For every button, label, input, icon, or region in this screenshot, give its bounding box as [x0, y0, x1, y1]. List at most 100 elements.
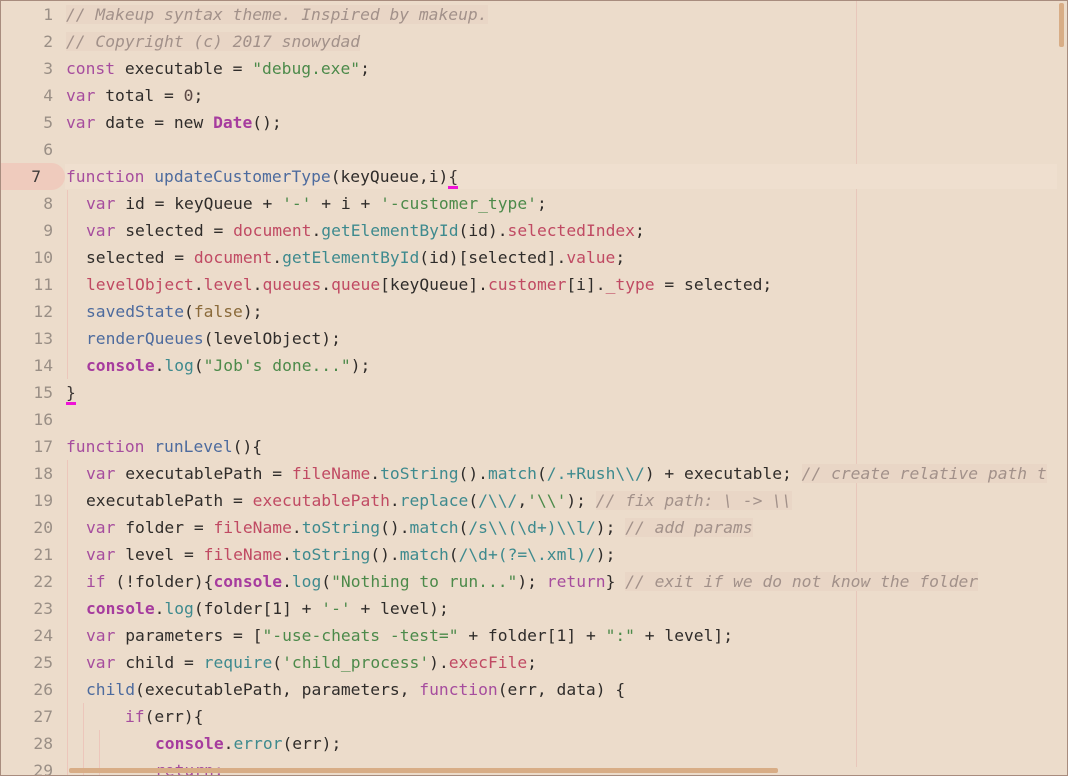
code-line[interactable]: 17 function runLevel(){ [1, 433, 1067, 460]
code-line[interactable]: 6 [1, 136, 1067, 163]
code-lines[interactable]: 1 // Makeup syntax theme. Inspired by mak… [1, 1, 1067, 775]
code-line[interactable]: 13 renderQueues(levelObject); [1, 325, 1067, 352]
line-number[interactable]: 16 [1, 406, 53, 433]
code-line[interactable]: 12 savedState(false); [1, 298, 1067, 325]
code-line[interactable]: 18 var executablePath = fileName.toString… [1, 460, 1067, 487]
code-text[interactable]: var date = new Date(); [66, 109, 282, 136]
code-line[interactable]: 5 var date = new Date(); [1, 109, 1067, 136]
code-text[interactable]: console.error(err); [155, 730, 341, 757]
code-line[interactable]: 8 var id = keyQueue + '-' + i + '-custome… [1, 190, 1067, 217]
line-number[interactable]: 3 [1, 55, 53, 82]
code-line[interactable]: 23 console.log(folder[1] + '-' + level); [1, 595, 1067, 622]
code-line[interactable]: 25 var child = require('child_process').e… [1, 649, 1067, 676]
code-text[interactable]: if (!folder){console.log("Nothing to run… [86, 568, 979, 595]
code-text[interactable]: console.log(folder[1] + '-' + level); [86, 595, 449, 622]
line-number[interactable]: 12 [1, 298, 53, 325]
code-line[interactable]: 14 console.log("Job's done..."); [1, 352, 1067, 379]
code-text[interactable]: savedState(false); [86, 298, 262, 325]
code-text[interactable]: const executable = "debug.exe"; [66, 55, 370, 82]
code-line[interactable]: 24 var parameters = ["-use-cheats -test="… [1, 622, 1067, 649]
line-number[interactable]: 13 [1, 325, 53, 352]
code-line[interactable]: 9 var selected = document.getElementById(… [1, 217, 1067, 244]
line-number[interactable]: 8 [1, 190, 53, 217]
line-number[interactable]: 11 [1, 271, 53, 298]
code-line[interactable]: 15} [1, 379, 1067, 406]
code-token: ); [595, 518, 626, 537]
line-number[interactable]: 15 [1, 379, 53, 406]
code-line[interactable]: 10 selected = document.getElementById(id)… [1, 244, 1067, 271]
code-text[interactable]: // Copyright (c) 2017 snowydad [66, 28, 361, 55]
line-number[interactable]: 7 [1, 163, 65, 190]
vertical-scrollbar[interactable] [1059, 3, 1064, 47]
indent-guide [83, 757, 84, 775]
code-text[interactable]: var selected = document.getElementById(i… [86, 217, 645, 244]
code-text[interactable]: renderQueues(levelObject); [86, 325, 341, 352]
line-number[interactable]: 20 [1, 514, 53, 541]
code-line[interactable]: 2 // Copyright (c) 2017 snowydad [1, 28, 1067, 55]
line-number[interactable]: 14 [1, 352, 53, 379]
code-line[interactable]: 11 levelObject.level.queues.queue[keyQueu… [1, 271, 1067, 298]
line-number[interactable]: 28 [1, 730, 53, 757]
code-text[interactable]: var executablePath = fileName.toString()… [86, 460, 1047, 487]
code-text[interactable]: // Makeup syntax theme. Inspired by make… [66, 1, 488, 28]
code-token: levelObject [86, 275, 194, 294]
code-text[interactable]: console.log("Job's done..."); [86, 352, 370, 379]
code-text[interactable]: executablePath = executablePath.replace(… [86, 487, 792, 514]
line-number[interactable]: 4 [1, 82, 53, 109]
line-number[interactable]: 19 [1, 487, 53, 514]
code-line[interactable]: 16 [1, 406, 1067, 433]
line-number[interactable]: 5 [1, 109, 53, 136]
code-text[interactable]: selected = document.getElementById(id)[s… [86, 244, 625, 271]
line-number[interactable]: 22 [1, 568, 53, 595]
line-number[interactable]: 6 [1, 136, 53, 163]
code-line[interactable]: 27 if(err){ [1, 703, 1067, 730]
code-editor[interactable]: 1 // Makeup syntax theme. Inspired by mak… [0, 0, 1068, 776]
line-number[interactable]: 1 [1, 1, 53, 28]
code-text[interactable]: var id = keyQueue + '-' + i + '-customer… [86, 190, 547, 217]
code-token: (id). [458, 221, 508, 240]
code-text[interactable]: var parameters = ["-use-cheats -test=" +… [86, 622, 733, 649]
line-number[interactable]: 21 [1, 541, 53, 568]
code-text[interactable]: var total = 0; [66, 82, 203, 109]
line-number[interactable]: 2 [1, 28, 53, 55]
code-line[interactable]: 3 const executable = "debug.exe"; [1, 55, 1067, 82]
code-line[interactable]: 4 var total = 0; [1, 82, 1067, 109]
line-number-text: 15 [33, 383, 53, 402]
line-number-text: 20 [33, 518, 53, 537]
code-token: document [233, 221, 312, 240]
horizontal-scrollbar[interactable] [69, 768, 778, 773]
code-line[interactable]: 28 console.error(err); [1, 730, 1067, 757]
code-line[interactable]: 1 // Makeup syntax theme. Inspired by mak… [1, 1, 1067, 28]
code-text[interactable]: function updateCustomerType(keyQueue,i){ [66, 163, 458, 190]
code-line[interactable]: 26 child(executablePath, parameters, func… [1, 676, 1067, 703]
code-line[interactable]: 20 var folder = fileName.toString().match… [1, 514, 1067, 541]
code-text[interactable]: var child = require('child_process').exe… [86, 649, 537, 676]
code-text[interactable]: levelObject.level.queues.queue[keyQueue]… [86, 271, 772, 298]
line-number[interactable]: 10 [1, 244, 53, 271]
code-line[interactable]: 22 if (!folder){console.log("Nothing to r… [1, 568, 1067, 595]
line-number[interactable]: 29 [1, 757, 53, 775]
line-number[interactable]: 23 [1, 595, 53, 622]
code-line[interactable]: 21 var level = fileName.toString().match(… [1, 541, 1067, 568]
line-number[interactable]: 18 [1, 460, 53, 487]
code-text[interactable]: if(err){ [125, 703, 203, 730]
line-number[interactable]: 27 [1, 703, 53, 730]
line-number-text: 5 [43, 113, 53, 132]
code-text[interactable]: } [66, 379, 76, 406]
line-number[interactable]: 26 [1, 676, 53, 703]
code-text[interactable]: child(executablePath, parameters, functi… [86, 676, 625, 703]
code-text[interactable]: return; [155, 757, 224, 775]
code-line[interactable]: 19 executablePath = executablePath.replac… [1, 487, 1067, 514]
line-number[interactable]: 24 [1, 622, 53, 649]
code-line[interactable]: 7 function updateCustomerType(keyQueue,i)… [1, 163, 1067, 190]
code-text[interactable]: var folder = fileName.toString().match(/… [86, 514, 753, 541]
code-text[interactable]: function runLevel(){ [66, 433, 262, 460]
code-token: (){ [232, 437, 263, 456]
line-number[interactable]: 25 [1, 649, 53, 676]
code-token: /.+Rush\\/ [546, 464, 645, 483]
code-text[interactable]: var level = fileName.toString().match(/\… [86, 541, 615, 568]
code-line[interactable]: 29 return; [1, 757, 1067, 775]
line-number[interactable]: 17 [1, 433, 53, 460]
code-token: . [252, 275, 263, 294]
line-number[interactable]: 9 [1, 217, 53, 244]
